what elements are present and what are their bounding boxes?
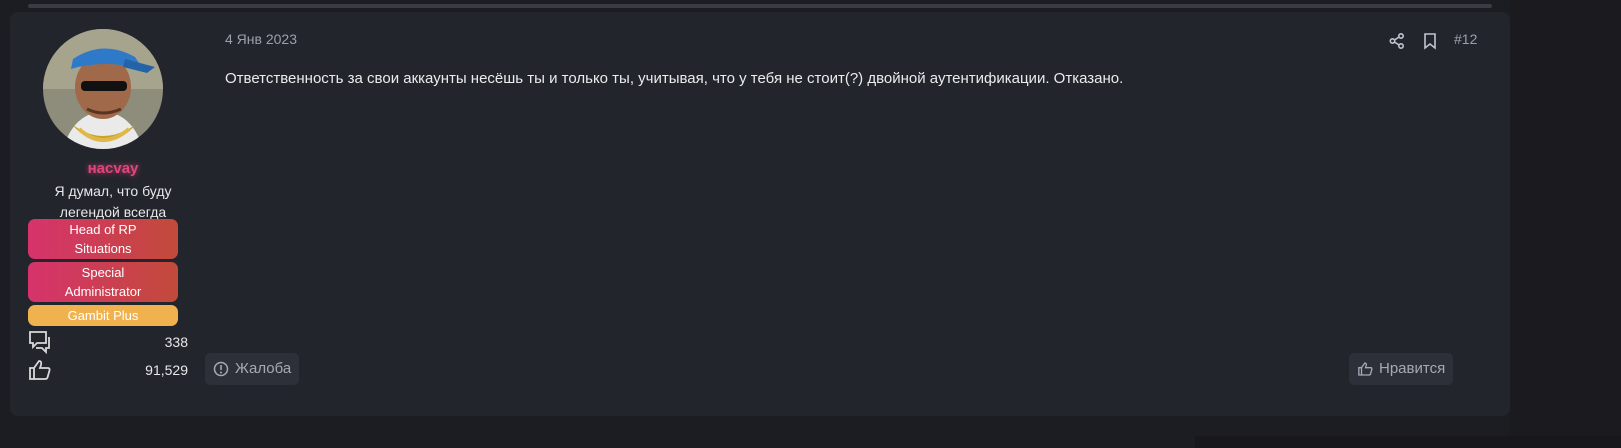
- badge-line: Special: [81, 265, 125, 280]
- badge-head-of-rp-situations: Head of RP Situations: [28, 219, 178, 259]
- badge-line: Administrator: [64, 284, 142, 299]
- like-label: Нравится: [1379, 360, 1446, 377]
- messages-count: 338: [164, 334, 188, 350]
- badge-line: Gambit Plus: [67, 308, 139, 323]
- user-info-column: насvay Я думал, что буду легендой всегда…: [10, 12, 200, 416]
- user-title: Я думал, что буду легендой всегда: [34, 181, 192, 223]
- page-background-bottom: [1195, 436, 1621, 448]
- post-actions: #12: [1388, 30, 1492, 52]
- post-number-link[interactable]: #12: [1454, 31, 1477, 47]
- report-button[interactable]: Жалоба: [205, 353, 300, 385]
- avatar[interactable]: [43, 29, 163, 149]
- bookmark-icon[interactable]: [1422, 32, 1438, 50]
- thumbs-up-icon: [29, 360, 51, 380]
- page-background-right: [1510, 0, 1621, 448]
- post-body: Ответственность за свои аккаунты несёшь …: [225, 70, 1124, 87]
- username[interactable]: насvay: [10, 160, 216, 177]
- previous-post-edge: [28, 4, 1492, 8]
- thumbs-up-icon: [1358, 362, 1373, 376]
- badge-line: Head of RP: [69, 222, 137, 237]
- report-label: Жалоба: [235, 360, 292, 377]
- post-date[interactable]: 4 Янв 2023: [225, 31, 297, 47]
- badge-line: Situations: [74, 241, 132, 256]
- share-icon[interactable]: [1388, 32, 1406, 50]
- reactions-stat: 91,529: [28, 358, 188, 382]
- messages-stat: 338: [28, 330, 188, 354]
- user-title-line1: Я думал, что буду: [54, 183, 172, 199]
- badge-special-administrator: Special Administrator: [28, 262, 178, 302]
- alert-circle-icon: [213, 361, 229, 377]
- reactions-count: 91,529: [145, 362, 188, 378]
- badge-gambit-plus: Gambit Plus: [28, 305, 178, 326]
- chat-bubbles-icon: [29, 331, 50, 354]
- forum-post: насvay Я думал, что буду легендой всегда…: [10, 12, 1510, 416]
- avatar-image: [43, 29, 163, 149]
- like-button[interactable]: Нравится: [1349, 353, 1454, 385]
